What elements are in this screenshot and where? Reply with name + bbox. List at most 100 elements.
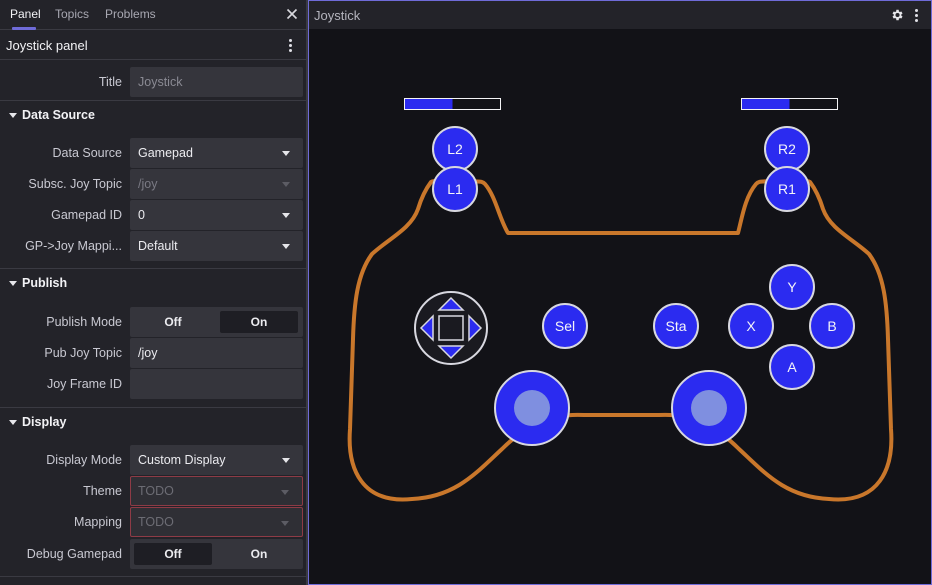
chevron-down-icon [281, 490, 289, 495]
more-vertical-icon[interactable] [289, 39, 293, 53]
collapse-triangle-icon [9, 281, 17, 286]
left-analog-stick[interactable] [494, 370, 570, 446]
section-data-source[interactable]: Data Source [0, 100, 306, 130]
start-button[interactable]: Sta [653, 303, 699, 349]
section-divider [0, 576, 306, 585]
joystick-panel: Joystick L2 L1 R2 R1 Sel Sta Y X B A [308, 0, 932, 585]
title-input[interactable]: Joystick [130, 67, 303, 97]
gamepad-id-value: 0 [138, 208, 145, 222]
chevron-down-icon [282, 151, 290, 156]
gp-joy-mapping-label: GP->Joy Mappi... [25, 239, 122, 253]
more-vertical-icon[interactable] [915, 9, 919, 23]
pub-joy-topic-input[interactable]: /joy [130, 338, 303, 368]
title-input-value: Joystick [138, 75, 183, 89]
select-button[interactable]: Sel [542, 303, 588, 349]
gp-joy-mapping-row: GP->Joy Mappi... Default [0, 231, 306, 261]
joy-frame-id-input[interactable] [130, 369, 303, 399]
l1-button-label: L1 [447, 181, 463, 197]
x-button[interactable]: X [728, 303, 774, 349]
chevron-down-icon [282, 213, 290, 218]
right-trigger-level-fill [742, 99, 790, 109]
l2-button[interactable]: L2 [432, 126, 478, 172]
joy-frame-id-label: Joy Frame ID [46, 377, 122, 391]
tab-problems[interactable]: Problems [105, 7, 156, 21]
mapping-row: Mapping TODO [0, 507, 306, 537]
gamepad-id-row: Gamepad ID 0 [0, 200, 306, 230]
panel-header: Joystick panel [0, 30, 306, 60]
dpad[interactable] [414, 291, 488, 365]
subsc-joy-topic-row: Subsc. Joy Topic /joy [0, 169, 306, 199]
section-publish[interactable]: Publish [0, 268, 306, 298]
gamepad-id-select[interactable]: 0 [130, 200, 303, 230]
chevron-down-icon [282, 244, 290, 249]
right-trigger-level-bar [741, 98, 838, 110]
tab-panel[interactable]: Panel [10, 7, 41, 21]
data-source-row: Data Source Gamepad [0, 138, 306, 168]
joy-frame-id-row: Joy Frame ID [0, 369, 306, 399]
publish-mode-on-button[interactable]: On [220, 311, 298, 333]
data-source-select[interactable]: Gamepad [130, 138, 303, 168]
theme-label: Theme [83, 484, 122, 498]
r2-button-label: R2 [778, 141, 796, 157]
x-button-label: X [746, 318, 756, 334]
publish-mode-toggle: Off On [130, 307, 303, 337]
gamepad-id-label: Gamepad ID [51, 208, 122, 222]
gp-joy-mapping-select[interactable]: Default [130, 231, 303, 261]
chevron-down-icon [282, 182, 290, 187]
title-label: Title [98, 75, 122, 89]
display-mode-label: Display Mode [46, 453, 122, 467]
gp-joy-mapping-value: Default [138, 239, 178, 253]
section-display-title: Display [22, 415, 67, 429]
debug-gamepad-off-button[interactable]: Off [134, 543, 212, 565]
publish-mode-label: Publish Mode [46, 315, 122, 329]
settings-sidebar: Panel Topics Problems Joystick panel Tit… [0, 0, 306, 585]
y-button[interactable]: Y [769, 264, 815, 310]
debug-gamepad-label: Debug Gamepad [26, 547, 122, 561]
pub-joy-topic-row: Pub Joy Topic /joy [0, 338, 306, 368]
tab-topics[interactable]: Topics [55, 7, 89, 21]
mapping-select: TODO [130, 507, 303, 537]
subsc-joy-topic-select: /joy [130, 169, 303, 199]
right-analog-stick[interactable] [671, 370, 747, 446]
publish-mode-off-button[interactable]: Off [134, 311, 212, 333]
start-button-label: Sta [665, 318, 686, 334]
display-mode-select[interactable]: Custom Display [130, 445, 303, 475]
debug-gamepad-toggle: Off On [130, 539, 303, 569]
pub-joy-topic-label: Pub Joy Topic [44, 346, 122, 360]
a-button-label: A [787, 359, 797, 375]
panel-title: Joystick panel [6, 38, 88, 53]
r1-button-label: R1 [778, 181, 796, 197]
debug-gamepad-row: Debug Gamepad Off On [0, 539, 306, 569]
theme-row: Theme TODO [0, 476, 306, 506]
display-mode-value: Custom Display [138, 453, 226, 467]
l2-button-label: L2 [447, 141, 463, 157]
a-button[interactable]: A [769, 344, 815, 390]
theme-value: TODO [138, 484, 174, 498]
joystick-panel-toolbar: Joystick [309, 1, 931, 29]
theme-select: TODO [130, 476, 303, 506]
pub-joy-topic-value: /joy [138, 346, 158, 360]
debug-gamepad-on-button[interactable]: On [220, 543, 298, 565]
r2-button[interactable]: R2 [764, 126, 810, 172]
b-button[interactable]: B [809, 303, 855, 349]
close-icon[interactable] [284, 6, 300, 22]
collapse-triangle-icon [9, 113, 17, 118]
joystick-panel-title: Joystick [314, 8, 361, 23]
chevron-down-icon [281, 521, 289, 526]
section-display[interactable]: Display [0, 407, 306, 437]
y-button-label: Y [787, 279, 797, 295]
title-row: Title Joystick [0, 67, 306, 97]
subsc-joy-topic-value: /joy [138, 177, 158, 191]
mapping-label: Mapping [74, 515, 122, 529]
gear-icon[interactable] [890, 8, 904, 22]
r1-button[interactable]: R1 [764, 166, 810, 212]
l1-button[interactable]: L1 [432, 166, 478, 212]
section-publish-title: Publish [22, 276, 68, 290]
subsc-joy-topic-label: Subsc. Joy Topic [28, 177, 122, 191]
section-data-source-title: Data Source [22, 108, 95, 122]
left-trigger-level-fill [405, 99, 453, 109]
chevron-down-icon [282, 458, 290, 463]
display-mode-row: Display Mode Custom Display [0, 445, 306, 475]
collapse-triangle-icon [9, 420, 17, 425]
data-source-value: Gamepad [138, 146, 193, 160]
